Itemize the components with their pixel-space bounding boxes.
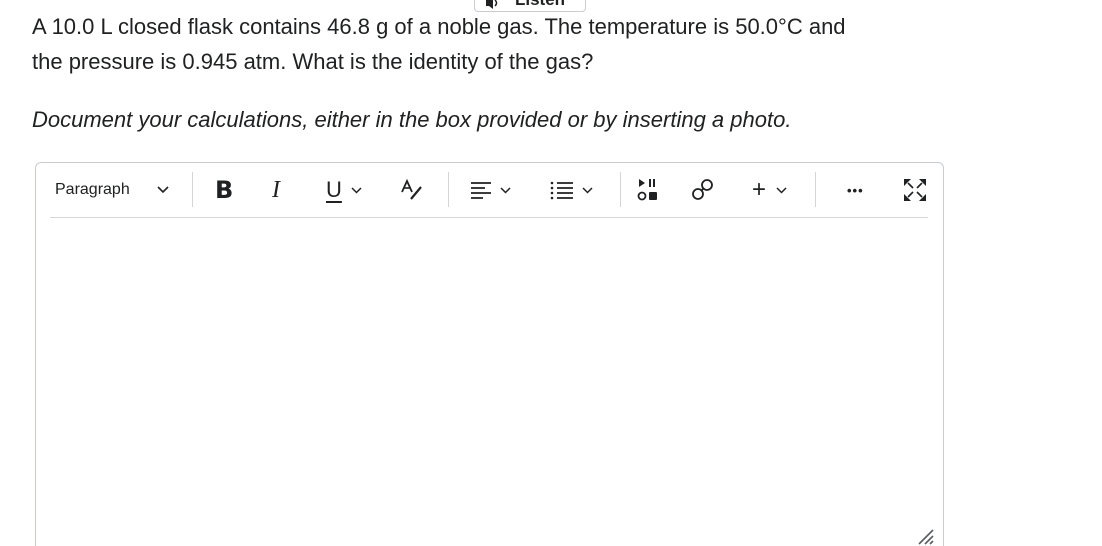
link-button[interactable]	[690, 173, 716, 207]
chevron-down-icon	[500, 186, 511, 194]
format-select[interactable]: Paragraph	[55, 173, 169, 207]
text-color-button[interactable]	[399, 173, 425, 207]
align-left-icon	[471, 182, 491, 199]
toolbar-divider	[815, 172, 816, 207]
insert-media-icon	[637, 179, 657, 201]
text-color-icon	[401, 179, 422, 200]
link-icon	[692, 179, 713, 200]
instruction-text: Document your calculations, either in th…	[32, 107, 792, 132]
fullscreen-button[interactable]	[903, 173, 927, 207]
toolbar-divider	[620, 172, 621, 207]
plus-icon: +	[752, 176, 767, 203]
fullscreen-icon	[904, 179, 926, 201]
toolbar-divider	[448, 172, 449, 207]
insert-button[interactable]: +	[752, 173, 787, 207]
bold-button[interactable]: B	[215, 173, 233, 207]
editor-toolbar: Paragraph B I U + •••	[50, 163, 928, 218]
underline-button[interactable]: U	[326, 173, 362, 207]
italic-button[interactable]: I	[272, 173, 280, 207]
align-button[interactable]	[470, 173, 511, 207]
chevron-down-icon	[582, 186, 593, 194]
question-line-2: the pressure is 0.945 atm. What is the i…	[32, 49, 594, 74]
question-text: A 10.0 L closed flask contains 46.8 g of…	[32, 9, 1032, 79]
toolbar-divider	[192, 172, 193, 207]
more-options-icon: •••	[847, 182, 864, 198]
bold-label: B	[215, 176, 234, 204]
italic-label: I	[272, 176, 280, 203]
list-icon	[550, 181, 573, 200]
insert-media-button[interactable]	[637, 173, 661, 207]
editor-content-area[interactable]	[50, 221, 928, 546]
chevron-down-icon	[157, 186, 169, 194]
underline-label: U	[326, 177, 342, 202]
more-options-button[interactable]: •••	[847, 173, 864, 207]
resize-handle-icon[interactable]	[915, 526, 935, 546]
list-button[interactable]	[550, 173, 593, 207]
chevron-down-icon	[351, 186, 362, 194]
chevron-down-icon	[776, 186, 787, 194]
format-select-value: Paragraph	[55, 181, 130, 198]
question-line-1: A 10.0 L closed flask contains 46.8 g of…	[32, 14, 846, 39]
rich-text-editor: Paragraph B I U + •••	[35, 162, 944, 546]
